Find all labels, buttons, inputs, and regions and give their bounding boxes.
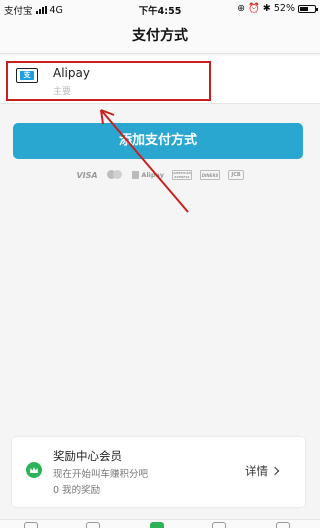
mastercard-logo <box>106 170 124 180</box>
tab-icon-4[interactable] <box>212 522 226 528</box>
crown-icon <box>26 462 42 478</box>
highlight-annotation-box <box>6 61 211 101</box>
lock-rotation-icon: ⊕ <box>237 3 246 14</box>
tab-icon-2[interactable] <box>86 522 100 528</box>
rewards-count: 0 我的奖励 <box>53 485 101 496</box>
jcb-logo: JCB <box>228 170 244 180</box>
alipay-brand-text: Alipay <box>141 171 164 179</box>
battery-percent: 52% <box>273 3 295 14</box>
alarm-icon: ⏰ <box>248 3 260 14</box>
tab-icon-1[interactable] <box>24 522 38 528</box>
diners-logo: DINERS <box>200 170 220 180</box>
amex-text: AMERICAN EXPRESS <box>173 171 191 179</box>
chevron-right-icon <box>270 466 280 476</box>
rewards-title: 奖励中心会员 <box>53 449 122 463</box>
rewards-details-link[interactable]: 详情 <box>245 463 280 479</box>
diners-text: DINERS <box>201 172 219 178</box>
tab-icon-5[interactable] <box>276 522 290 528</box>
page-title: 支付方式 <box>132 28 188 44</box>
tab-icon-3[interactable] <box>150 522 164 528</box>
rewards-description: 现在开始叫车赚积分吧 <box>53 469 149 480</box>
card-brand-logos: VISA Alipay AMERICAN EXPRESS DINERS JCB <box>0 168 320 182</box>
details-label: 详情 <box>245 464 268 478</box>
add-payment-method-button[interactable]: 添加支付方式 <box>13 123 303 159</box>
nav-bar: 支付方式 <box>0 18 320 54</box>
amex-logo: AMERICAN EXPRESS <box>172 170 192 180</box>
bluetooth-icon: ✱ <box>262 3 271 14</box>
alipay-brand-logo: Alipay <box>132 170 164 180</box>
visa-logo: VISA <box>76 170 98 180</box>
battery-icon <box>298 4 318 13</box>
status-bar: 支付宝 4G 下午4:55 ⊕ ⏰ ✱ 52% <box>0 0 320 18</box>
